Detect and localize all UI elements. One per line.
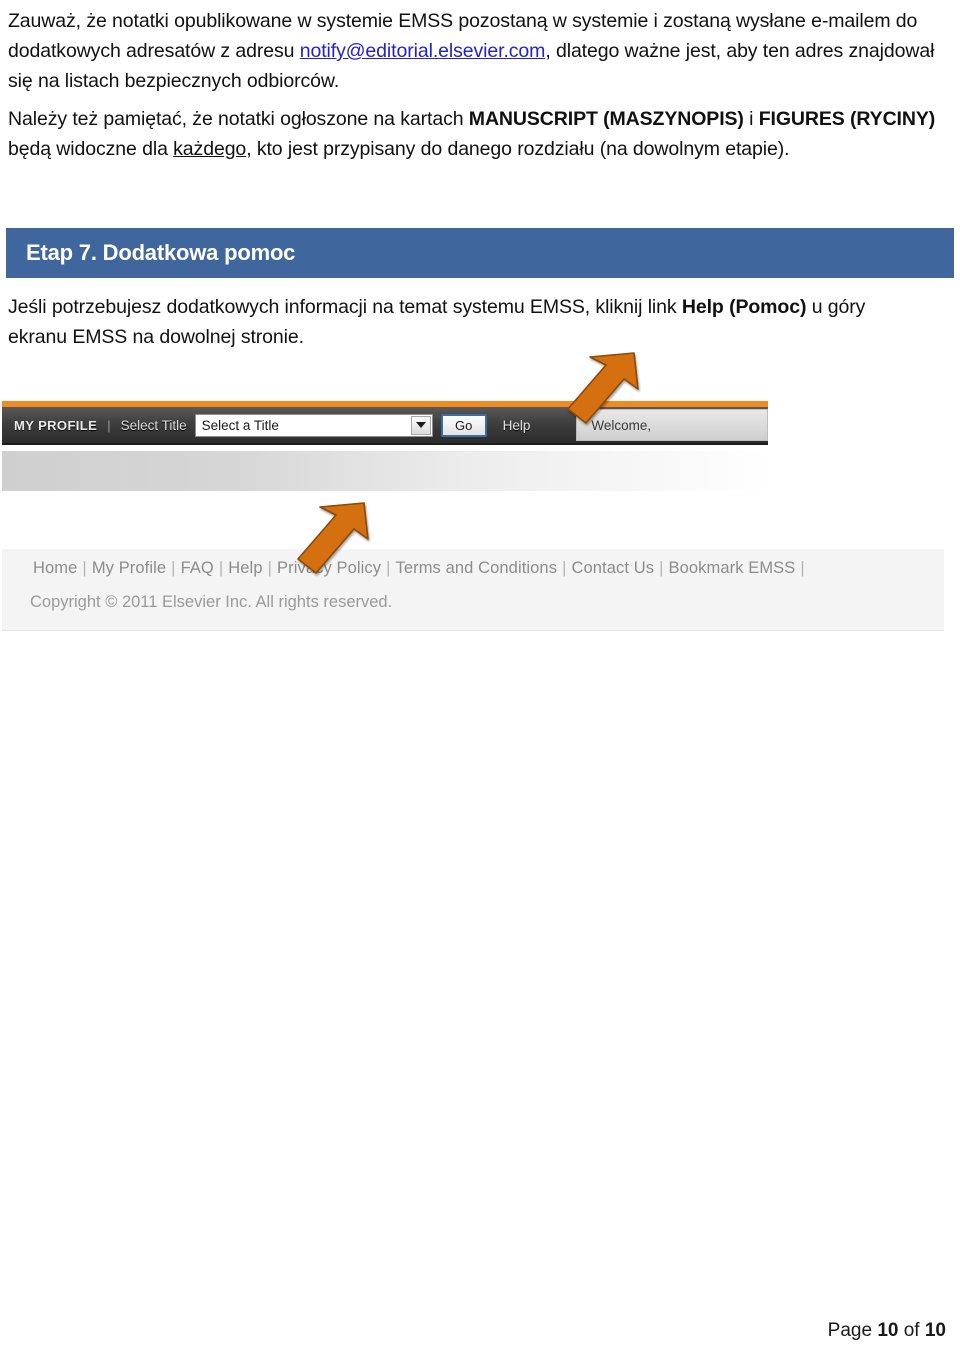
page-number-total: 10 [924, 1320, 946, 1341]
footer-sep-0: | [82, 559, 87, 577]
toolbar-page-strip [2, 451, 768, 491]
footer-link-home[interactable]: Home [33, 559, 77, 577]
footer-link-faq[interactable]: FAQ [181, 559, 214, 577]
chevron-down-icon[interactable] [410, 415, 431, 435]
footer-sep-7: | [800, 559, 805, 577]
footer-sep-2: | [218, 559, 224, 577]
footer-link-help[interactable]: Help [228, 559, 262, 577]
footer-link-terms-and-conditions[interactable]: Terms and Conditions [395, 559, 557, 577]
toolbar-bar: MY PROFILE | Select Title Select a Title… [2, 407, 768, 445]
paragraph-notes-visibility: Należy też pamiętać, że notatki ogłoszon… [8, 104, 938, 164]
page-number-middle: of [898, 1320, 925, 1341]
page-number-current: 10 [877, 1320, 899, 1341]
paragraph-email-notice: Zauważ, że notatki opublikowane w system… [8, 6, 938, 96]
select-title-label: Select Title [120, 417, 187, 433]
footer-sep-1: | [171, 559, 176, 577]
footer-link-bookmark-emss[interactable]: Bookmark EMSS [668, 559, 795, 577]
paragraph-3-bold-help: Help (Pomoc) [681, 296, 807, 318]
paragraph-2-part-2: i [743, 108, 759, 130]
paragraph-3-part-1: Jeśli potrzebujesz dodatkowych informacj… [8, 296, 682, 318]
emss-toolbar-screenshot: MY PROFILE | Select Title Select a Title… [2, 401, 768, 451]
annotation-arrow-toolbar-help-icon [567, 352, 639, 424]
paragraph-2-part-4: , kto jest przypisany do danego rozdział… [246, 138, 790, 160]
paragraph-2-bold-manuscript: MANUSCRIPT (MASZYNOPIS) [468, 108, 744, 130]
toolbar-separator: | [107, 417, 111, 433]
footer-links: Home | My Profile | FAQ | Help | Privacy Policy |… [30, 559, 807, 578]
select-title-dropdown[interactable]: Select a Title [194, 413, 433, 437]
paragraph-2-part-3: będą widoczne dla [8, 138, 174, 160]
select-title-value: Select a Title [201, 417, 279, 433]
section-heading-title: Etap 7. Dodatkowa pomoc [26, 240, 296, 265]
toolbar-help-link[interactable]: Help [503, 418, 531, 433]
footer-sep-3: | [267, 559, 272, 577]
page-number-prefix: Page [827, 1320, 878, 1341]
my-profile-link[interactable]: MY PROFILE [14, 418, 97, 433]
go-button[interactable]: Go [440, 413, 487, 437]
footer-copyright: Copyright © 2011 Elsevier Inc. All right… [30, 593, 393, 611]
paragraph-2-bold-figures: FIGURES (RYCINY) [758, 108, 936, 130]
emss-footer-screenshot: Home | My Profile | FAQ | Help | Privacy Policy |… [2, 549, 944, 631]
footer-sep-4: | [386, 559, 391, 577]
page-number: Page 10 of 10 [828, 1320, 946, 1342]
footer-link-my-profile[interactable]: My Profile [92, 559, 166, 577]
annotation-arrow-footer-help-icon [297, 502, 369, 574]
footer-sep-5: | [562, 559, 567, 577]
footer-sep-6: | [659, 559, 664, 577]
footer-link-contact-us[interactable]: Contact Us [571, 559, 654, 577]
paragraph-additional-help: Jeśli potrzebujesz dodatkowych informacj… [8, 292, 908, 352]
paragraph-2-underlined-kazdego: każdego [173, 138, 247, 160]
section-heading-bar: Etap 7. Dodatkowa pomoc [6, 228, 954, 278]
notify-email-link[interactable]: notify@editorial.elsevier.com [300, 40, 546, 62]
paragraph-2-part-1: Należy też pamiętać, że notatki ogłoszon… [8, 108, 469, 130]
